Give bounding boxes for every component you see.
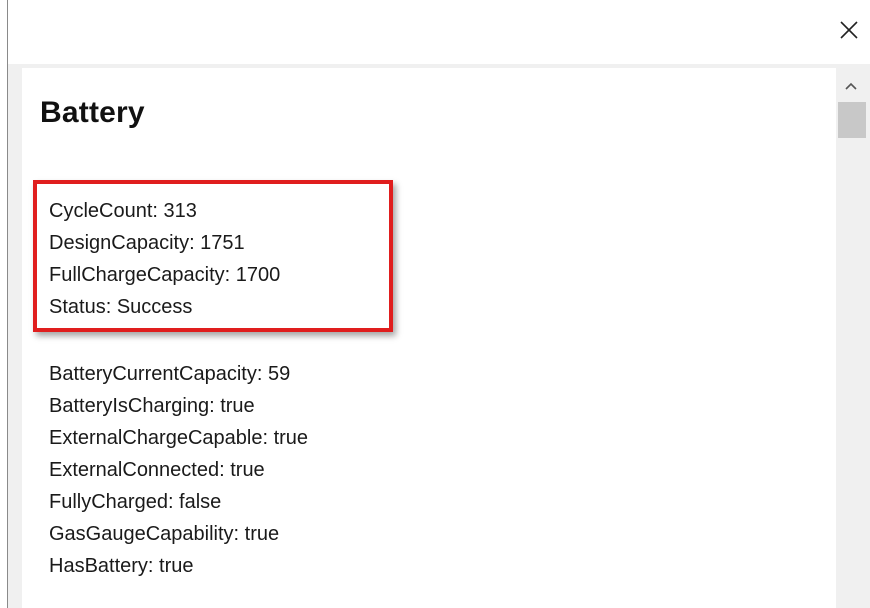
list-item-status: Status: Success: [49, 296, 193, 318]
list-item: FullyCharged: false: [49, 491, 222, 513]
list-item: BatteryCurrentCapacity: 59: [49, 363, 291, 385]
title-bar: [8, 0, 870, 64]
list-item: HasBattery: true: [49, 555, 194, 577]
page-title: Battery: [40, 96, 145, 129]
list-item: ExternalConnected: true: [49, 459, 265, 481]
list-item-full-charge-capacity: FullChargeCapacity: 1700: [49, 264, 281, 286]
scroll-up-button[interactable]: [836, 74, 866, 98]
close-button[interactable]: [828, 8, 870, 52]
battery-info-panel: Battery CycleCount: 313 DesignCapacity: …: [22, 68, 836, 608]
list-item: GasGaugeCapability: true: [49, 523, 280, 545]
list-item: BatteryIsCharging: true: [49, 395, 255, 417]
window-left-edge: [0, 0, 8, 608]
dialog-window: Battery CycleCount: 313 DesignCapacity: …: [0, 0, 870, 608]
list-item-design-capacity: DesignCapacity: 1751: [49, 232, 245, 254]
close-icon: [839, 20, 859, 40]
highlighted-list: CycleCount: 313 DesignCapacity: 1751 Ful…: [49, 195, 280, 323]
chevron-up-icon: [845, 77, 857, 95]
scroll-thumb[interactable]: [838, 102, 866, 138]
list-item-cycle-count: CycleCount: 313: [49, 200, 197, 222]
battery-properties-list: BatteryCurrentCapacity: 59 BatteryIsChar…: [49, 358, 308, 582]
list-item: ExternalChargeCapable: true: [49, 427, 309, 449]
vertical-scrollbar[interactable]: [836, 68, 866, 608]
